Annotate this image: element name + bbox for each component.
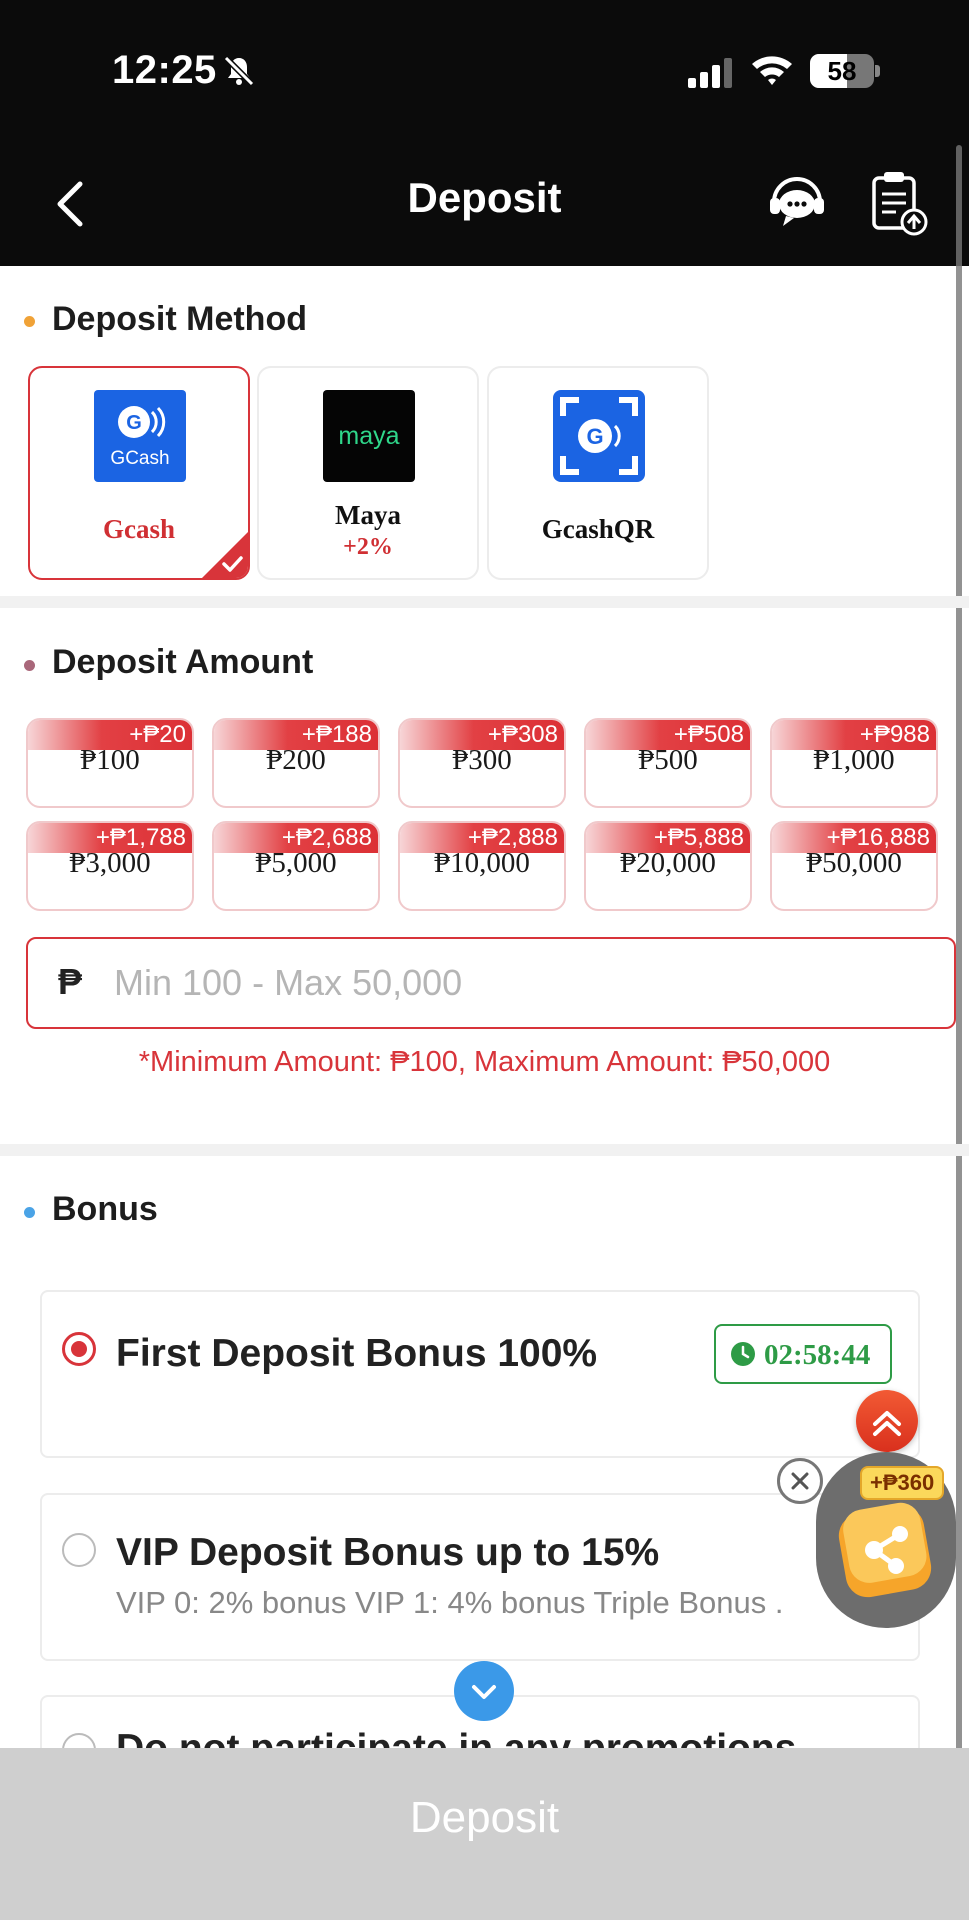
method-maya[interactable]: maya Maya +2%: [257, 366, 479, 580]
gcashqr-logo: G: [553, 390, 645, 482]
bonus-option-title: VIP Deposit Bonus up to 15%: [116, 1531, 660, 1574]
method-name-maya: Maya: [335, 500, 401, 530]
chip-amount: ₱300: [452, 744, 512, 776]
gcash-logo: G GCash: [94, 390, 186, 482]
amount-chip[interactable]: +₱2,688 ₱5,000: [212, 821, 380, 911]
section-divider: [0, 1144, 969, 1156]
close-icon[interactable]: [777, 1458, 823, 1504]
amount-input-box[interactable]: ₱: [26, 937, 956, 1029]
chip-amount: ₱500: [638, 744, 698, 776]
clock-icon: [731, 1342, 755, 1366]
scrollbar[interactable]: [956, 145, 962, 1885]
gcash-logo-text: GCash: [110, 448, 169, 469]
amount-chip[interactable]: +₱2,888 ₱10,000: [398, 821, 566, 911]
bonus-countdown: 02:58:44: [714, 1324, 892, 1384]
chip-amount: ₱10,000: [434, 847, 530, 879]
wifi-icon: [752, 56, 792, 85]
selected-check-icon: [202, 532, 248, 578]
bonus-option-first-deposit[interactable]: First Deposit Bonus 100% 02:58:44: [40, 1290, 920, 1458]
bottom-bar: Deposit: [0, 1748, 969, 1920]
chip-amount: ₱20,000: [620, 847, 716, 879]
status-bar: 12:25 58: [0, 0, 969, 140]
section-bullet: [24, 1207, 35, 1218]
chip-amount: ₱100: [80, 744, 140, 776]
deposit-method-title: Deposit Method: [52, 300, 307, 338]
amount-chip[interactable]: +₱16,888 ₱50,000: [770, 821, 938, 911]
share-cube-icon: [838, 1502, 932, 1598]
battery-percent: 58: [827, 56, 857, 86]
amount-chip[interactable]: +₱1,788 ₱3,000: [26, 821, 194, 911]
maya-logo-text: maya: [338, 422, 399, 450]
section-divider: [0, 596, 969, 608]
section-bullet: [24, 316, 35, 327]
deposit-records-icon[interactable]: [868, 168, 930, 238]
status-time: 12:25: [112, 48, 217, 92]
maya-logo: maya: [323, 390, 415, 482]
bonus-option-desc: VIP 0: 2% bonus VIP 1: 4% bonus Triple B…: [116, 1585, 784, 1620]
promo-badge: +₱360: [860, 1466, 945, 1500]
method-gcash[interactable]: G GCash Gcash: [28, 366, 250, 580]
chip-amount: ₱3,000: [69, 847, 151, 879]
method-gcashqr[interactable]: G GcashQR: [487, 366, 709, 580]
chip-amount: ₱50,000: [806, 847, 902, 879]
section-bullet: [24, 660, 35, 671]
bell-off-icon: [223, 55, 255, 87]
amount-chip[interactable]: +₱188 ₱200: [212, 718, 380, 808]
amount-chip[interactable]: +₱20 ₱100: [26, 718, 194, 808]
battery-indicator: 58: [810, 54, 880, 88]
svg-text:G: G: [126, 412, 142, 434]
currency-symbol: ₱: [58, 961, 83, 1002]
chip-amount: ₱200: [266, 744, 326, 776]
bonus-option-vip[interactable]: VIP Deposit Bonus up to 15% VIP 0: 2% bo…: [40, 1493, 920, 1661]
deposit-amount-title: Deposit Amount: [52, 643, 314, 681]
amount-input[interactable]: [114, 953, 934, 1013]
bonus-title: Bonus: [52, 1190, 158, 1228]
chip-amount: ₱5,000: [255, 847, 337, 879]
amount-chip[interactable]: +₱988 ₱1,000: [770, 718, 938, 808]
customer-service-icon[interactable]: [766, 172, 828, 232]
amount-limit-note: *Minimum Amount: ₱100, Maximum Amount: ₱…: [138, 1046, 831, 1078]
nav-bar: Deposit: [0, 140, 969, 266]
amount-chip[interactable]: +₱508 ₱500: [584, 718, 752, 808]
method-bonus-maya: +2%: [343, 534, 393, 560]
amount-chip[interactable]: +₱308 ₱300: [398, 718, 566, 808]
method-name-gcashqr: GcashQR: [541, 514, 655, 544]
deposit-submit-button[interactable]: Deposit: [0, 1748, 969, 1888]
radio-unselected[interactable]: [62, 1533, 96, 1567]
radio-selected[interactable]: [62, 1332, 96, 1366]
amount-chip[interactable]: +₱5,888 ₱20,000: [584, 821, 752, 911]
expand-more-button[interactable]: [454, 1661, 514, 1721]
countdown-text: 02:58:44: [764, 1339, 871, 1371]
bonus-option-title: First Deposit Bonus 100%: [116, 1332, 598, 1375]
chip-amount: ₱1,000: [813, 744, 895, 776]
floating-promo-widget[interactable]: +₱360: [816, 1452, 956, 1628]
signal-icon: [688, 58, 732, 88]
scroll-to-top-button[interactable]: [856, 1390, 918, 1452]
svg-text:G: G: [586, 424, 603, 449]
